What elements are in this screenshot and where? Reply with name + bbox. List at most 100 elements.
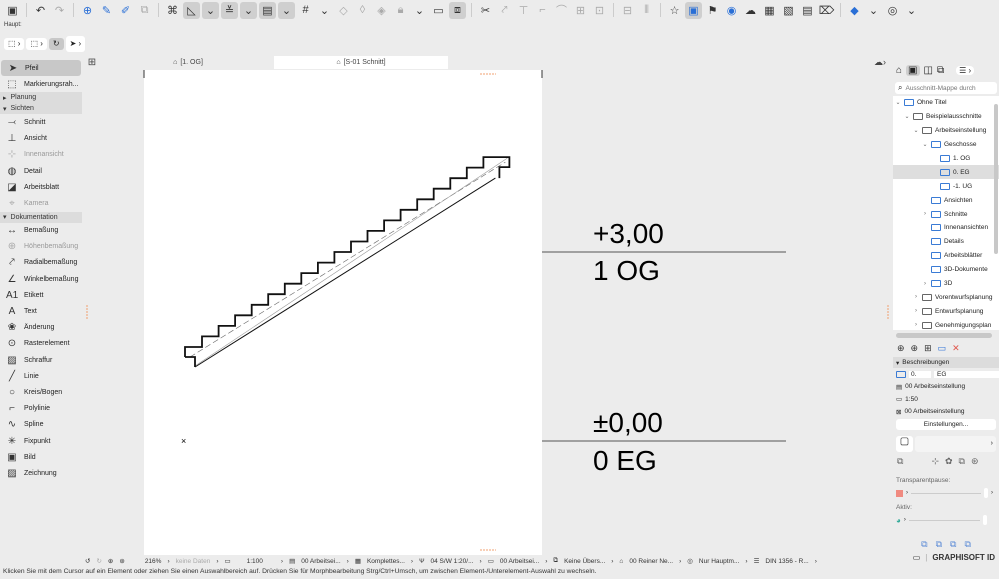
tool-arbeitsblatt[interactable]: ◪ Arbeitsblatt	[0, 179, 82, 195]
graphisoft-id-link[interactable]: GRAPHISOFT ID	[932, 553, 995, 562]
tree-item[interactable]: ⌄ Ohne Titel	[893, 96, 999, 110]
tree-item[interactable]: ⌄ Beispielausschnitte	[893, 110, 999, 124]
save-icon[interactable]: ▣	[4, 2, 21, 19]
view-name-field[interactable]: EG	[934, 370, 999, 378]
tool-spline[interactable]: ∿ Spline	[0, 417, 82, 433]
project-map-icon[interactable]: ⌂	[896, 65, 902, 76]
roof-icon[interactable]: ◈	[373, 2, 390, 19]
tool-änderung[interactable]: ❀ Änderung	[0, 320, 82, 336]
tree-item[interactable]: Details	[893, 235, 999, 249]
document-icon[interactable]: ▦	[761, 2, 778, 19]
guide-lines-icon[interactable]: ◺	[183, 1, 200, 19]
tree-item[interactable]: › Schnitte	[893, 207, 999, 221]
distribute-icon[interactable]: ⫴	[638, 2, 655, 19]
trace-fit-icon[interactable]: ⧉	[936, 539, 942, 550]
open-view-icon[interactable]: ▭	[938, 343, 947, 354]
zoom-previous-icon[interactable]: ↺	[85, 557, 90, 565]
tree-item[interactable]: -1. UG	[893, 179, 999, 193]
tool-detail[interactable]: ◍ Detail	[0, 163, 82, 179]
tree-item[interactable]: 3D-Dokumente	[893, 263, 999, 277]
offset-icon[interactable]: ⊤	[515, 2, 532, 19]
dimension-icon[interactable]: ▭	[430, 2, 447, 19]
tree-item[interactable]: Ansichten	[893, 193, 999, 207]
syringe-icon[interactable]: ✐	[117, 2, 134, 19]
dropdown-icon[interactable]: ⌄	[202, 1, 219, 19]
save-view-icon[interactable]: ⊕	[897, 343, 905, 354]
dropdown-icon[interactable]: ⌄	[240, 1, 257, 19]
settings-button[interactable]: Einstellungen...	[896, 419, 996, 430]
flag-icon[interactable]: ⚑	[704, 2, 721, 19]
swap-icon[interactable]: ⧉	[897, 456, 903, 467]
element-select-button[interactable]: ⬚ ›	[4, 37, 25, 50]
snap-icon[interactable]: ⌘	[164, 2, 181, 19]
group-sichten[interactable]: ▾ Sichten	[0, 103, 82, 115]
trace-reference-icon[interactable]: ▢	[896, 436, 913, 452]
properties-header[interactable]: ▾ Beschreibungen	[893, 357, 999, 368]
slab-icon[interactable]: ◇	[335, 2, 352, 19]
rotate-icon[interactable]: ✿	[945, 456, 953, 467]
trace-hand-icon[interactable]: ⧉	[921, 539, 927, 550]
report-icon[interactable]: ▤	[799, 2, 816, 19]
vertical-scrollbar[interactable]	[994, 104, 998, 254]
compare-icon[interactable]: ⧉	[959, 456, 965, 467]
magic-wand-icon[interactable]: ⊕	[79, 2, 96, 19]
split-icon[interactable]: ⊞	[572, 2, 589, 19]
reset-icon[interactable]: ⊛	[971, 456, 979, 467]
suspend-groups-icon[interactable]: ⧈	[449, 1, 466, 19]
chevron-right-icon[interactable]: ›	[922, 281, 928, 287]
tab-1-og[interactable]: ⌂ [1. OG]	[102, 56, 274, 69]
tree-item[interactable]: › Genehmigungsplan	[893, 318, 999, 330]
horizontal-scrollbar[interactable]	[896, 333, 992, 338]
view-map-icon[interactable]: ▣	[906, 64, 920, 76]
scale-value[interactable]: 1:100	[247, 558, 263, 565]
scissors-icon[interactable]: ✂	[477, 2, 494, 19]
group-dokumentation[interactable]: ▾ Dokumentation	[0, 211, 82, 223]
redo-icon[interactable]: ↷	[51, 2, 68, 19]
rotate-button[interactable]: ↻	[48, 37, 64, 50]
layer-combination-row[interactable]: ▤ 00 Arbeitseinstellung	[893, 381, 999, 394]
active-color-icon[interactable]: ◕	[896, 516, 901, 525]
model-view-value[interactable]: 00 Arbeitsei...	[500, 558, 539, 565]
trace-edit-icon[interactable]: ⧉	[964, 539, 970, 550]
marquee-select-button[interactable]: ⬚ ›	[26, 37, 47, 50]
image-icon[interactable]: ▧	[780, 2, 797, 19]
tree-item[interactable]: ⌄ Arbeitseinstellung	[893, 124, 999, 138]
curve-icon[interactable]: ⌒	[553, 2, 570, 19]
tool-winkelbemaßung[interactable]: ∠ Winkelbemaßung	[0, 271, 82, 287]
dropdown-icon[interactable]: ⌄	[411, 2, 428, 19]
tool-rasterelement[interactable]: ⊙ Rasterelement	[0, 336, 82, 352]
search-input[interactable]	[905, 84, 994, 92]
tool-markierungsrahmen[interactable]: ⬚ Markierungsrah...	[0, 76, 82, 92]
publisher-icon[interactable]: ⧉	[937, 65, 944, 76]
tag-icon[interactable]: ⌦	[818, 2, 835, 19]
dropdown-icon[interactable]: ⌄	[278, 1, 295, 19]
align-icon[interactable]: ⊟	[619, 2, 636, 19]
layer-combo[interactable]: 00 Arbeitsei...	[301, 558, 340, 565]
chevron-right-icon[interactable]: ›	[922, 211, 928, 217]
favorites-icon[interactable]: ☆	[666, 2, 683, 19]
move-icon[interactable]: ⊹	[931, 456, 939, 467]
tool-text[interactable]: A Text	[0, 303, 82, 319]
tree-item[interactable]: › 3D	[893, 277, 999, 291]
render-icon[interactable]: ◎	[884, 2, 901, 19]
tool-schnitt[interactable]: ⤙ Schnitt	[0, 114, 82, 130]
tool-etikett[interactable]: A1 Etikett	[0, 287, 82, 303]
dropdown-icon[interactable]: ⌄	[316, 2, 333, 19]
lock-icon[interactable]: 🔒︎	[392, 2, 409, 19]
trace-swap-icon[interactable]: ⧉	[950, 539, 956, 550]
structure-display-value[interactable]: Nur Hauptm...	[699, 558, 739, 565]
zoom-level[interactable]: 216%	[145, 558, 162, 565]
chevron-right-icon[interactable]: ›	[913, 322, 919, 328]
grid-icon[interactable]: #	[297, 2, 314, 19]
eyedropper-icon[interactable]: ✎	[98, 2, 115, 19]
dropdown-icon[interactable]: ⌄	[903, 2, 920, 19]
tab-menu-icon[interactable]: ☁›	[868, 56, 892, 69]
active-slider[interactable]	[908, 519, 980, 521]
undo-icon[interactable]: ↶	[32, 2, 49, 19]
tool-zeichnung[interactable]: ▨ Zeichnung	[0, 465, 82, 481]
tool-linie[interactable]: ╱ Linie	[0, 368, 82, 384]
trace-reference-dropdown[interactable]: ›	[915, 436, 996, 452]
layout-icon[interactable]: ▣	[685, 1, 702, 19]
tree-item[interactable]: ⌄ Geschosse	[893, 138, 999, 152]
new-folder-icon[interactable]: ⊞	[924, 343, 932, 354]
